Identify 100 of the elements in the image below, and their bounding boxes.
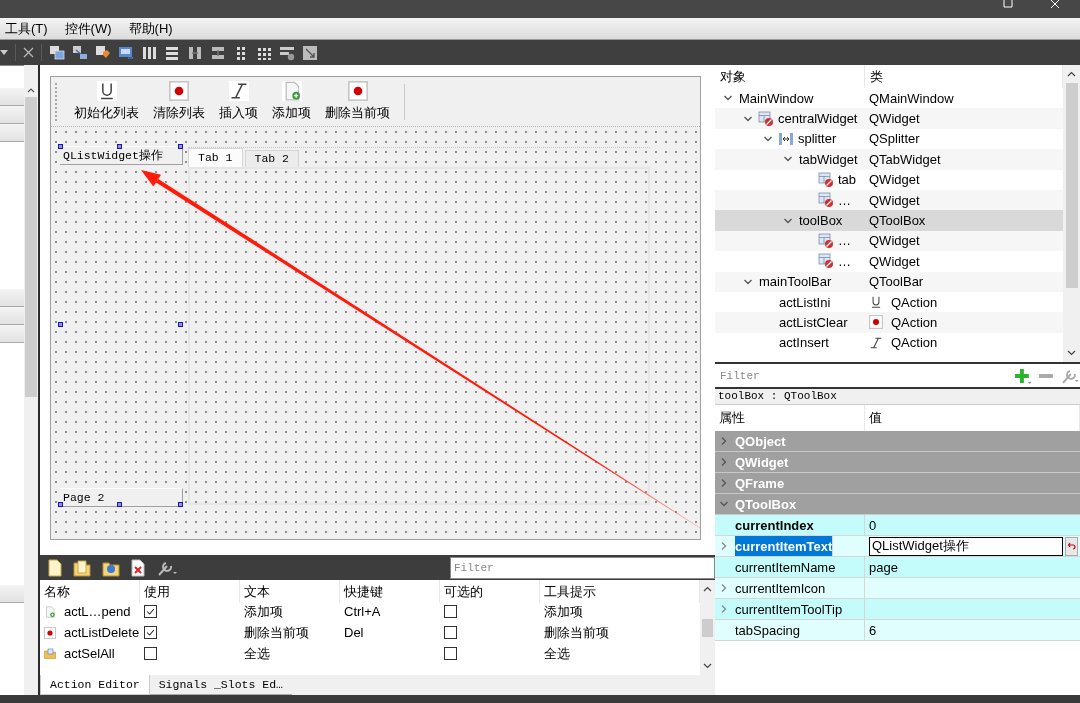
overlap-windows-icon[interactable] [72,44,88,61]
toolbar-button[interactable]: 初始化列表 [70,79,143,124]
rows-icon[interactable] [164,44,180,61]
toolbox-page-tab[interactable]: Page 2 [60,488,183,507]
scrollbar-thumb[interactable] [1065,83,1078,288]
property-row[interactable]: currentItemIcon [715,578,1080,599]
object-name: actInsert [779,335,829,351]
italic-icon [228,81,249,101]
tab[interactable]: Tab 2 [244,150,300,167]
object-name: actListIni [779,294,831,310]
tree-row[interactable]: actListClear QAction [715,312,1063,333]
scroll-down-icon[interactable] [1067,350,1076,356]
scroll-up-icon[interactable] [703,586,712,592]
toolbox-page-tab[interactable]: QListWidget操作 [60,146,183,165]
chevron-right-icon[interactable] [719,436,729,446]
chevron-right-icon[interactable] [719,604,729,614]
scrollbar-thumb[interactable] [702,618,713,637]
tree-row[interactable]: actListIni QAction [715,291,1063,313]
checkbox[interactable] [444,647,457,660]
tree-row[interactable]: centralWidget QWidget [715,108,1063,129]
property-value: 0 [869,517,877,533]
caret-icon[interactable] [0,49,8,56]
class-name: QAction [891,335,938,351]
toolbar-button[interactable]: 删除当前项 [321,79,394,124]
selection-handle[interactable] [178,502,183,507]
resize-icon[interactable] [302,44,318,61]
tree-row[interactable]: actInsert QAction [715,332,1063,354]
form-layout-icon[interactable] [279,44,295,61]
selection-handle[interactable] [117,502,122,507]
toolbar-grip[interactable] [55,82,60,121]
object-name: tab [838,172,857,188]
chevron-right-icon[interactable] [719,583,729,593]
scroll-up-icon[interactable] [27,87,35,93]
column-header[interactable]: 使用 [140,580,240,603]
document-icon[interactable] [48,558,62,577]
selection-handle[interactable] [117,144,122,149]
toolbar-button[interactable]: 清除列表 [149,79,209,124]
tree-row[interactable]: … QWidget [715,189,1063,211]
checkbox[interactable] [444,605,457,618]
chevron-right-icon[interactable] [719,541,729,551]
filter-field[interactable]: Filter [450,556,715,579]
delete-document-icon[interactable] [131,558,145,577]
column-header[interactable]: 文本 [240,580,340,603]
tree-row[interactable]: … QWidget [715,230,1063,252]
property-row[interactable]: currentItemName page [715,557,1080,578]
add-icon[interactable] [1012,366,1033,385]
selection-handle[interactable] [58,144,63,149]
chevron-right-icon[interactable] [719,457,729,467]
column-header[interactable]: 名称 [40,580,140,603]
close-icon[interactable] [23,47,34,58]
chevron-right-icon[interactable] [719,478,729,488]
tree-row[interactable]: splitter QSplitter [715,128,1063,150]
property-row[interactable]: tabSpacing 6 [715,620,1080,641]
checkbox[interactable] [144,647,157,660]
column-header[interactable]: 可选的 [440,580,540,603]
scroll-up-icon[interactable] [1067,71,1076,77]
property-row[interactable]: currentItemToolTip [715,599,1080,620]
numbered-field-icon[interactable] [118,44,134,61]
selection-handle[interactable] [178,144,183,149]
overlap-windows-icon[interactable] [49,44,65,61]
tree-row[interactable]: mainToolBar QToolBar [715,271,1063,292]
column-header[interactable]: 快捷键 [340,580,440,603]
folder-icon[interactable] [73,558,91,577]
menu-item[interactable]: 帮助(H) [128,19,173,38]
maximize-icon[interactable] [1003,0,1013,8]
toolbar-button[interactable]: 添加项 [268,79,315,124]
selection-handle[interactable] [58,322,63,327]
menu-item[interactable]: 控件(W) [64,19,112,38]
action-name: actL…pend [64,604,131,619]
selection-handle[interactable] [58,502,63,507]
class-name: QWidget [869,172,920,188]
scroll-down-icon[interactable] [703,663,712,669]
horizontal-splitter-icon[interactable] [187,44,203,61]
chevron-down-icon[interactable] [719,499,729,509]
tab[interactable]: Action Editor [40,675,150,695]
tree-row[interactable]: toolBox QToolBox [715,210,1063,231]
reset-button[interactable] [1065,536,1078,556]
columns-icon[interactable] [141,44,157,61]
property-row[interactable]: currentIndex 0 [715,515,1080,536]
tree-row[interactable]: tab QWidget [715,169,1063,190]
value-field[interactable]: QListWidget操作 [869,536,1063,556]
tree-row[interactable]: MainWindow QMainWindow [715,88,1063,109]
scrollbar-thumb[interactable] [25,97,37,397]
checkbox[interactable] [444,626,457,639]
selection-handle[interactable] [178,322,183,327]
tab[interactable]: Tab 1 [188,148,243,167]
checkbox[interactable] [144,626,157,639]
group-name: QToolBox [735,496,797,512]
vertical-splitter-icon[interactable] [210,44,226,61]
toolbar-button[interactable]: 插入项 [215,79,262,124]
property-name: currentItemIcon [735,580,826,596]
underline-icon [869,295,883,310]
action-name: actSelAll [64,646,115,661]
column-header[interactable]: 对象 [715,65,865,88]
property-row[interactable]: currentItemText QListWidget操作 [715,536,1080,557]
tree-row[interactable]: … QWidget [715,251,1063,272]
object-name: MainWindow [739,90,814,106]
checkbox[interactable] [144,605,157,618]
tree-row[interactable]: tabWidget QTabWidget [715,149,1063,170]
menu-item[interactable]: 工具(T) [5,19,48,38]
